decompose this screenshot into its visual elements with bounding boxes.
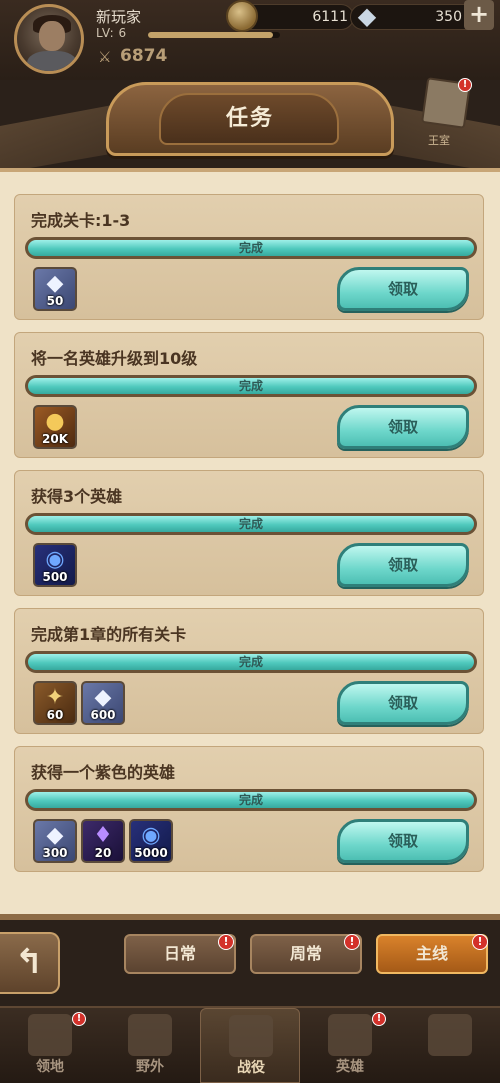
reward-qty: 600 <box>90 708 116 722</box>
nav-label: 英雄 <box>336 1059 364 1075</box>
task-progress-bar: 完成 <box>25 375 477 397</box>
castle-icon <box>28 1014 72 1056</box>
claim-button[interactable]: 领取 <box>337 543 469 587</box>
task-card: 将一名英雄升级到10级 完成 ● 20K 领取 <box>14 332 484 458</box>
nav-label: 领地 <box>36 1059 64 1075</box>
reward-qty: 60 <box>46 708 64 722</box>
task-progress-bar: 完成 <box>25 789 477 811</box>
reward-qty: 500 <box>42 570 68 584</box>
task-progress-text: 完成 <box>238 379 263 393</box>
task-card: 获得3个英雄 完成 ◉ 500 领取 <box>14 470 484 596</box>
gold-coin-icon <box>226 0 258 32</box>
gold-value: 6111 <box>312 9 348 25</box>
task-card: 完成关卡:1-3 完成 ◆ 50 领取 <box>14 194 484 320</box>
gem-value: 350 <box>435 9 462 25</box>
task-progress-text: 完成 <box>238 655 263 669</box>
task-card: 完成第1章的所有关卡 完成 ✦ 60 ◆ 600 领取 <box>14 608 484 734</box>
reward-qty: 20K <box>42 432 68 446</box>
task-title: 完成关卡:1-3 <box>31 211 131 230</box>
add-gems-button[interactable]: + <box>464 0 494 30</box>
nav-more[interactable] <box>400 1008 500 1083</box>
map-icon <box>128 1014 172 1056</box>
reward-vip-scroll[interactable]: ✦ 60 <box>33 681 77 725</box>
player-power: 6874 <box>120 46 168 66</box>
player-name: 新玩家 <box>96 8 142 26</box>
page-title: 任务 <box>225 106 274 131</box>
reward-qty: 20 <box>94 846 112 860</box>
task-progress-text: 完成 <box>238 517 263 531</box>
task-progress-text: 完成 <box>238 241 263 255</box>
nav-label: 战役 <box>237 1060 265 1076</box>
reward-gold[interactable]: ● 20K <box>33 405 77 449</box>
avatar-face <box>39 21 65 51</box>
crossed-swords-icon <box>229 1015 273 1057</box>
claim-button[interactable]: 领取 <box>337 405 469 449</box>
nav-heroes-badge: ! <box>372 1012 386 1026</box>
task-title: 完成第1章的所有关卡 <box>31 625 187 644</box>
avatar-body <box>27 51 77 71</box>
task-title: 将一名英雄升级到10级 <box>31 349 198 368</box>
guild-icon <box>428 1014 472 1056</box>
nav-campaign[interactable]: 战役 <box>200 1008 300 1083</box>
power-icon: ⚔ <box>98 48 112 66</box>
nav-wilderness[interactable]: 野外 <box>100 1008 200 1083</box>
nav-label: 野外 <box>136 1059 164 1075</box>
task-card: 获得一个紫色的英雄 完成 ◆ 300 ♦ 20 ◉ 5000 领取 <box>14 746 484 872</box>
tab-weekly-badge: ! <box>344 934 360 950</box>
reward-qty: 5000 <box>134 846 168 860</box>
royal-scroll-badge: ! <box>458 78 472 92</box>
hero-helmet-icon <box>328 1014 372 1056</box>
back-button[interactable]: ↰ <box>0 932 60 994</box>
xp-bar-fill <box>148 32 274 38</box>
claim-button[interactable]: 领取 <box>337 267 469 311</box>
task-progress-bar: 完成 <box>25 651 477 673</box>
reward-diamond[interactable]: ◆ 50 <box>33 267 77 311</box>
player-avatar[interactable] <box>14 4 84 74</box>
diamond-icon: ◆ <box>357 2 377 30</box>
task-progress-bar: 完成 <box>25 237 477 259</box>
nav-territory-badge: ! <box>72 1012 86 1026</box>
task-title: 获得3个英雄 <box>31 487 123 506</box>
reward-qty: 50 <box>46 294 64 308</box>
tab-main-quest-badge: ! <box>472 934 488 950</box>
task-panel: 完成关卡:1-3 完成 ◆ 50 领取 将一名英雄升级到10级 完成 ● 20K… <box>0 168 500 920</box>
tab-daily-badge: ! <box>218 934 234 950</box>
reward-purple-crystal[interactable]: ♦ 20 <box>81 819 125 863</box>
reward-hero-essence[interactable]: ◉ 5000 <box>129 819 173 863</box>
player-level: LV: 6 <box>96 26 127 40</box>
claim-button[interactable]: 领取 <box>337 681 469 725</box>
task-progress-text: 完成 <box>238 793 263 807</box>
reward-diamond[interactable]: ◆ 300 <box>33 819 77 863</box>
royal-scroll-label: 王室 <box>428 134 450 147</box>
task-title: 获得一个紫色的英雄 <box>31 763 176 782</box>
back-arrow-icon: ↰ <box>14 942 44 982</box>
claim-button[interactable]: 领取 <box>337 819 469 863</box>
xp-bar <box>148 32 280 38</box>
reward-qty: 300 <box>42 846 68 860</box>
task-progress-bar: 完成 <box>25 513 477 535</box>
reward-diamond[interactable]: ◆ 600 <box>81 681 125 725</box>
reward-hero-essence[interactable]: ◉ 500 <box>33 543 77 587</box>
